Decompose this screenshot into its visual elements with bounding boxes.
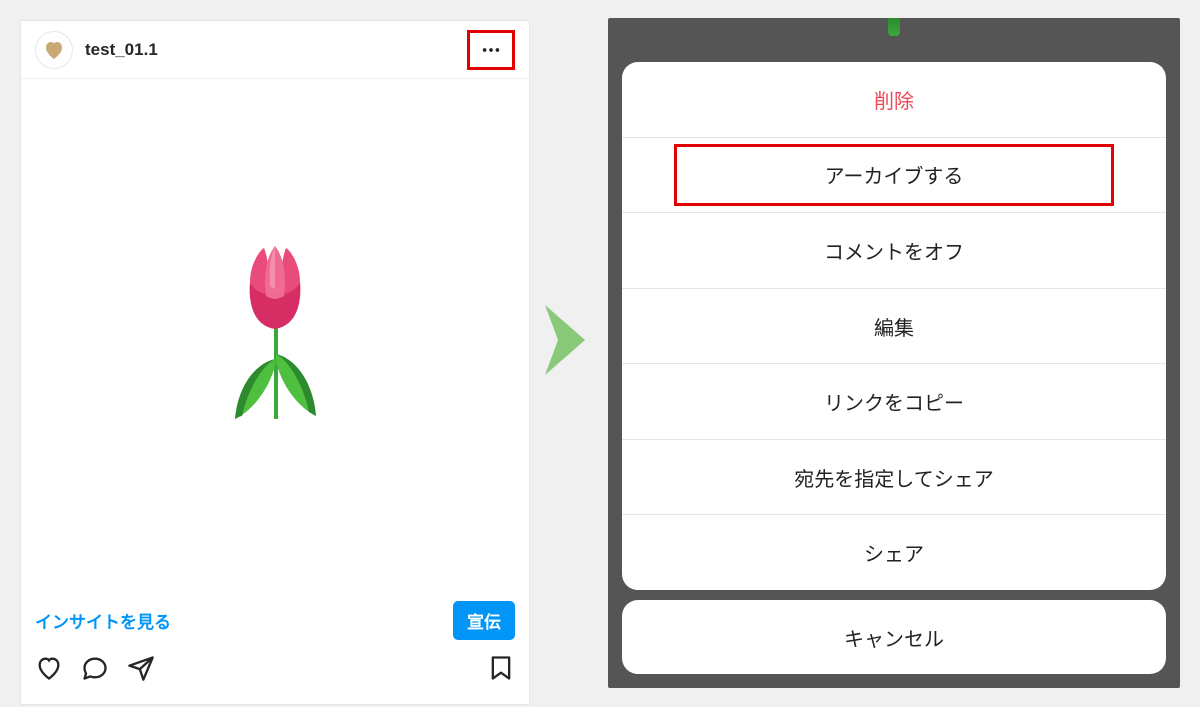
action-sheet-overlay: 削除アーカイブするコメントをオフ編集リンクをコピー宛先を指定してシェアシェア キ… <box>608 18 1180 688</box>
share-button[interactable] <box>127 654 155 687</box>
more-icon <box>480 39 502 61</box>
arrow-right-icon <box>540 300 590 380</box>
post-header: test_01.1 <box>21 21 529 79</box>
post-footer: インサイトを見る 宣伝 <box>21 589 529 687</box>
promote-button[interactable]: 宣伝 <box>453 601 515 640</box>
sheet-item-0[interactable]: 削除 <box>622 62 1166 138</box>
comment-button[interactable] <box>81 654 109 687</box>
view-insights-link[interactable]: インサイトを見る <box>35 608 171 633</box>
action-sheet: 削除アーカイブするコメントをオフ編集リンクをコピー宛先を指定してシェアシェア <box>622 62 1166 590</box>
sheet-item-6[interactable]: シェア <box>622 515 1166 590</box>
sheet-item-2[interactable]: コメントをオフ <box>622 213 1166 289</box>
sheet-gap <box>622 18 1166 62</box>
heart-icon <box>42 38 66 62</box>
like-button[interactable] <box>35 654 63 687</box>
post-image-area[interactable] <box>21 79 529 589</box>
heart-outline-icon <box>35 654 63 682</box>
comment-icon <box>81 654 109 682</box>
bookmark-icon <box>487 654 515 682</box>
tulip-emoji-image <box>220 244 330 424</box>
send-icon <box>127 654 155 682</box>
sheet-item-1[interactable]: アーカイブする <box>622 138 1166 214</box>
stem-peek <box>888 18 900 36</box>
avatar[interactable] <box>35 31 73 69</box>
sheet-item-5[interactable]: 宛先を指定してシェア <box>622 440 1166 516</box>
bookmark-button[interactable] <box>487 654 515 687</box>
action-icons-row <box>35 654 515 687</box>
sheet-item-3[interactable]: 編集 <box>622 289 1166 365</box>
cancel-button[interactable]: キャンセル <box>622 600 1166 674</box>
more-options-button[interactable] <box>467 30 515 70</box>
insights-row: インサイトを見る 宣伝 <box>35 601 515 640</box>
sheet-item-4[interactable]: リンクをコピー <box>622 364 1166 440</box>
instagram-post-panel: test_01.1 イン <box>20 20 530 705</box>
username-label[interactable]: test_01.1 <box>85 40 467 60</box>
